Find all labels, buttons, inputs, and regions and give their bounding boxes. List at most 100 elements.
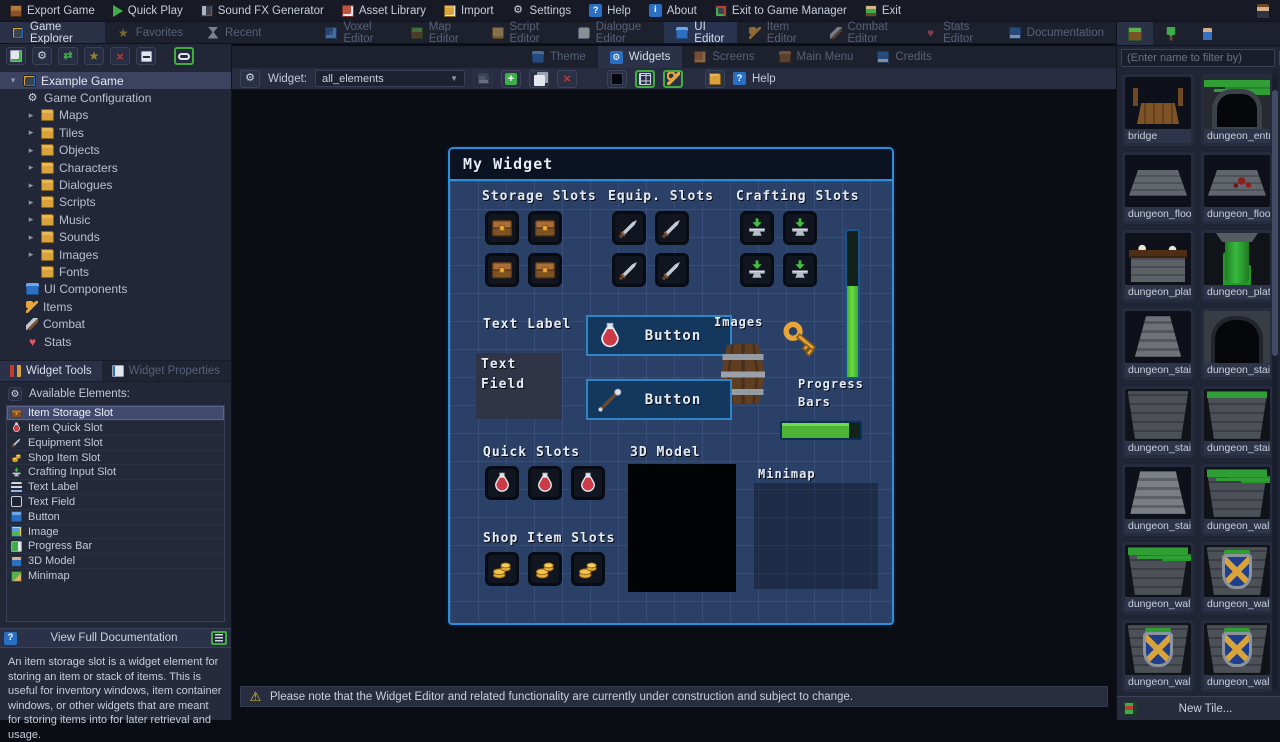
item-storage-slot[interactable]	[528, 253, 562, 287]
shop-item-slot[interactable]	[528, 552, 562, 586]
element-minimap[interactable]: Minimap	[7, 569, 224, 584]
tile-card[interactable]: dungeon_wall	[1122, 620, 1194, 692]
duplicate-widget-button[interactable]	[529, 70, 549, 88]
tab-objects[interactable]	[1153, 22, 1189, 45]
equip-slots-label[interactable]: Equip. Slots	[608, 189, 714, 204]
tab-characters[interactable]	[1189, 22, 1225, 45]
expander-icon[interactable]: ▸	[26, 180, 36, 191]
equipment-slot[interactable]	[612, 211, 646, 245]
settings-button[interactable]: ⚙	[32, 47, 52, 65]
new-asset-button[interactable]	[6, 47, 26, 65]
tab-documentation[interactable]: Documentation	[997, 22, 1116, 43]
tab-ui-editor[interactable]: UI Editor	[664, 22, 736, 43]
equipment-slot[interactable]	[612, 253, 646, 287]
model-label[interactable]: 3D Model	[630, 445, 701, 460]
tree-item-game-configuration[interactable]: ⚙Game Configuration	[0, 89, 231, 106]
grid-toggle-button[interactable]	[635, 70, 655, 88]
open-folder-button[interactable]	[705, 70, 725, 88]
expander-icon[interactable]: ▾	[8, 75, 18, 86]
scrollbar-thumb[interactable]	[1272, 90, 1278, 356]
widget-window-body[interactable]: Storage Slots Equip. Slots Crafting Slot…	[450, 181, 892, 621]
text-label-element[interactable]: Text Label	[483, 317, 571, 332]
element-crafting-input-slot[interactable]: Crafting Input Slot	[7, 465, 224, 480]
element-equipment-slot[interactable]: Equipment Slot	[7, 436, 224, 451]
element-item-quick-slot[interactable]: Item Quick Slot	[7, 421, 224, 436]
element-text-field[interactable]: Text Field	[7, 495, 224, 510]
menu-quick-play[interactable]: Quick Play	[113, 5, 183, 17]
menu-sound-fx-generator[interactable]: Sound FX Generator	[201, 5, 324, 17]
crafting-input-slot[interactable]	[740, 253, 774, 287]
tab-dialogue-editor[interactable]: Dialogue Editor	[566, 22, 665, 43]
tab-widget-properties[interactable]: Widget Properties	[102, 361, 230, 381]
tile-card[interactable]: dungeon_stai	[1122, 464, 1194, 536]
tab-screens[interactable]: Screens	[682, 46, 766, 68]
tile-scrollbar[interactable]	[1272, 74, 1278, 690]
element-progress-bar[interactable]: Progress Bar	[7, 539, 224, 554]
tree-item-images[interactable]: ▸Images	[0, 246, 231, 263]
shop-item-slots-label[interactable]: Shop Item Slots	[483, 531, 615, 546]
vertical-progress-bar[interactable]	[845, 229, 860, 379]
help-button[interactable]: ?Help	[733, 72, 776, 85]
tab-game-explorer[interactable]: Game Explorer	[0, 22, 105, 43]
collapse-all-button[interactable]	[136, 47, 156, 65]
menu-asset-library[interactable]: Asset Library	[342, 5, 426, 17]
menu-export-game[interactable]: Export Game	[10, 5, 95, 17]
widget-window-titlebar[interactable]: My Widget	[450, 149, 892, 181]
tile-card[interactable]: dungeon_floo	[1201, 152, 1273, 224]
item-quick-slot[interactable]	[528, 466, 562, 500]
crafting-input-slot[interactable]	[783, 211, 817, 245]
equipment-slot[interactable]	[655, 253, 689, 287]
menu-import[interactable]: Import	[444, 5, 494, 17]
tile-card[interactable]: dungeon_floo	[1122, 152, 1194, 224]
element-button[interactable]: Button	[7, 510, 224, 525]
menu-help[interactable]: ?Help	[589, 4, 631, 17]
background-color-button[interactable]	[607, 70, 627, 88]
tree-item-dialogues[interactable]: ▸Dialogues	[0, 176, 231, 193]
tab-recent[interactable]: Recent	[195, 22, 273, 43]
crafting-input-slot[interactable]	[740, 211, 774, 245]
tile-filter-input[interactable]	[1121, 49, 1275, 67]
images-label[interactable]: Images	[714, 315, 763, 329]
tab-credits[interactable]: Credits	[865, 46, 943, 68]
progress-bars-label[interactable]: Progress Bars	[798, 375, 876, 411]
shop-item-slot[interactable]	[485, 552, 519, 586]
element-image[interactable]: Image	[7, 525, 224, 540]
horizontal-progress-bar[interactable]	[780, 421, 862, 440]
item-storage-slot[interactable]	[485, 211, 519, 245]
minimap-element[interactable]	[754, 483, 878, 589]
button-element[interactable]: Button	[586, 315, 732, 356]
tree-item-items[interactable]: Items	[0, 298, 231, 315]
minimap-label[interactable]: Minimap	[758, 467, 816, 481]
tab-theme[interactable]: Theme	[520, 46, 598, 68]
expander-icon[interactable]: ▸	[26, 197, 36, 208]
tab-item-editor[interactable]: Item Editor	[737, 22, 818, 43]
tree-item-maps[interactable]: ▸Maps	[0, 107, 231, 124]
expander-icon[interactable]: ▸	[26, 110, 36, 121]
widget-window[interactable]: My Widget Storage Slots Equip. Slots Cra…	[448, 147, 894, 625]
delete-button[interactable]: ×	[110, 47, 130, 65]
quick-slots-label[interactable]: Quick Slots	[483, 445, 580, 460]
tab-widgets[interactable]: ⚙Widgets	[598, 46, 683, 68]
item-storage-slot[interactable]	[528, 211, 562, 245]
favorite-button[interactable]: ★	[84, 47, 104, 65]
tree-item-music[interactable]: ▸Music	[0, 211, 231, 228]
tab-stats-editor[interactable]: ♥Stats Editor	[912, 22, 997, 43]
menu-about[interactable]: iAbout	[649, 4, 697, 17]
expander-icon[interactable]: ▸	[26, 214, 36, 225]
tree-item-example-game[interactable]: ▾Example Game	[0, 72, 231, 89]
tab-voxel-editor[interactable]: Voxel Editor	[313, 22, 398, 43]
expander-icon[interactable]: ▸	[26, 127, 36, 138]
key-image[interactable]	[778, 315, 824, 361]
tree-item-combat[interactable]: Combat	[0, 315, 231, 332]
3d-model-element[interactable]	[628, 464, 736, 592]
view-documentation-link[interactable]: View Full Documentation	[21, 632, 207, 644]
tree-item-objects[interactable]: ▸Objects	[0, 142, 231, 159]
tab-map-editor[interactable]: Map Editor	[399, 22, 480, 43]
tile-card[interactable]: dungeon_wall	[1201, 542, 1273, 614]
tab-combat-editor[interactable]: Combat Editor	[818, 22, 913, 43]
tree-item-scripts[interactable]: ▸Scripts	[0, 194, 231, 211]
menu-settings[interactable]: ⚙Settings	[512, 4, 572, 17]
tab-widget-tools[interactable]: Widget Tools	[0, 361, 102, 381]
tile-card[interactable]: dungeon_wall	[1122, 542, 1194, 614]
item-storage-slot[interactable]	[485, 253, 519, 287]
